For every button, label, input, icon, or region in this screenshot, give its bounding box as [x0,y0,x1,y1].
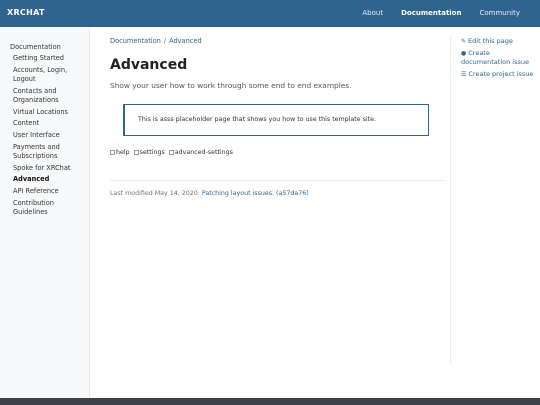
top-navbar: XRCHAT About Documentation Community [0,0,540,27]
broken-image-icon [133,150,139,155]
sidebar-item-payments[interactable]: Payments and Subscriptions [13,143,89,162]
sidebar-root-link[interactable]: Documentation [10,43,89,51]
page-meta-links: ✎ Edit this page ● Create documentation is… [450,37,535,363]
breadcrumb-parent[interactable]: Documentation [110,37,161,45]
page-title: Advanced [110,57,188,73]
docs-sidebar: Documentation Getting Started Accounts, … [0,27,90,398]
edit-page-label: Edit this page [468,37,513,45]
main-content: Documentation / Advanced Advanced Show you… [110,37,445,197]
sidebar-item-api-reference[interactable]: API Reference [13,187,89,196]
sidebar-item-content[interactable]: Content [13,119,89,128]
create-doc-issue-label: Create documentation issue [461,49,529,66]
create-project-issue-link[interactable]: ☰ Create project issue [461,70,535,79]
sidebar-item-user-interface[interactable]: User Interface [13,131,89,140]
edit-page-link[interactable]: ✎ Edit this page [461,37,535,46]
breadcrumb-current[interactable]: Advanced [169,37,202,45]
list-icon: ☰ [461,71,467,78]
sidebar-item-getting-started[interactable]: Getting Started [13,54,89,63]
image-settings: settings [133,149,165,156]
last-modified-text: Last modified May 14, 2020: [110,190,202,197]
broken-images: help settings advanced-settings [110,149,445,156]
nav-links: About Documentation Community [362,9,520,17]
create-project-issue-label: Create project issue [468,70,534,78]
nav-link-community[interactable]: Community [479,9,520,17]
sidebar-item-virtual-locations[interactable]: Virtual Locations [13,108,89,117]
nav-link-about[interactable]: About [362,9,383,17]
broken-image-icon [168,150,174,155]
sidebar-item-contribution[interactable]: Contribution Guidelines [13,199,89,218]
page-lead: Show your user how to work through some … [110,81,352,90]
nav-link-documentation[interactable]: Documentation [401,9,461,17]
commit-link[interactable]: Patching layout issues. (a57da76) [202,190,309,197]
image-help: help [110,149,130,156]
last-modified: Last modified May 14, 2020: Patching lay… [110,190,445,197]
footer-bar [0,398,540,405]
brand-logo-text[interactable]: XRCHAT [7,8,45,17]
sidebar-item-accounts[interactable]: Accounts, Login, Logout [13,66,89,85]
sidebar-item-advanced[interactable]: Advanced [13,175,89,184]
sidebar-item-contacts[interactable]: Contacts and Organizations [13,87,89,106]
github-icon: ● [461,50,467,57]
broken-image-icon [110,150,115,155]
breadcrumb: Documentation / Advanced [110,37,445,45]
info-alert: This is asss placeholder page that shows… [123,104,429,136]
breadcrumb-separator: / [163,37,167,45]
create-doc-issue-link[interactable]: ● Create documentation issue [461,49,535,67]
sidebar-list: Getting Started Accounts, Login, Logout … [10,54,89,217]
content-divider [110,180,445,181]
sidebar-item-spoke[interactable]: Spoke for XRChat [13,164,89,173]
edit-icon: ✎ [461,38,467,45]
image-advanced-settings: advanced-settings [168,149,233,156]
